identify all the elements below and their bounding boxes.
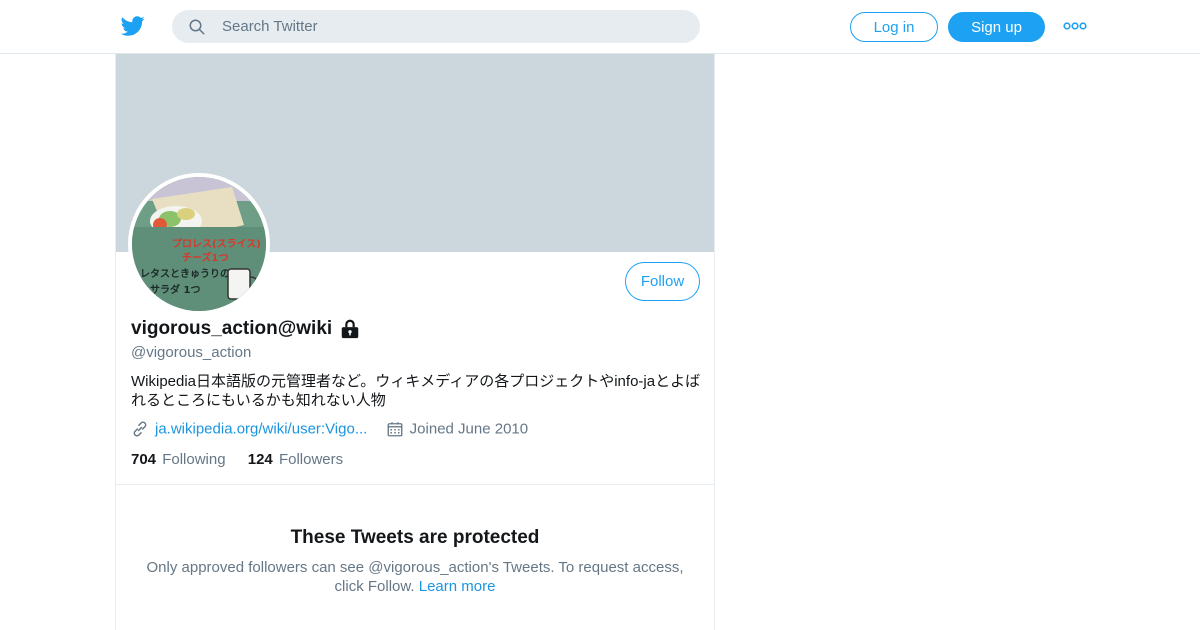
following-count: 704 — [131, 451, 157, 468]
avatar-text-4: サラダ 1つ — [150, 283, 200, 296]
profile-joined: Joined June 2010 — [386, 420, 528, 438]
followers-label: Followers — [278, 451, 344, 468]
profile-avatar[interactable]: プロレス(スライス) チーズ1つ レタスときゅうりの サラダ 1つ — [128, 173, 270, 315]
login-button[interactable]: Log in — [850, 12, 938, 42]
profile-name-row: vigorous_action@wiki — [131, 318, 361, 344]
search-box[interactable] — [172, 10, 700, 43]
profile-stats: 704 Following 124 Followers — [131, 451, 361, 468]
joined-date: Joined June 2010 — [409, 420, 529, 438]
search-icon — [189, 19, 205, 35]
protected-message: Only approved followers can see @vigorou… — [141, 558, 689, 596]
profile-bio: Wikipedia日本語版の元管理者など。ウィキメディアの各プロジェクトやinf… — [131, 372, 706, 410]
signup-button[interactable]: Sign up — [948, 12, 1045, 42]
following-label: Following — [162, 451, 226, 468]
following-stat[interactable]: 704 Following — [131, 451, 226, 468]
followers-stat[interactable]: 124 Followers — [248, 451, 343, 468]
lock-icon — [341, 319, 358, 339]
display-name[interactable]: vigorous_action@wiki — [131, 318, 332, 339]
avatar-text-1: プロレス(スライス) — [172, 237, 261, 250]
profile-meta: ja.wikipedia.org/wiki/user:Vigo... Joine… — [131, 420, 528, 442]
protected-title: These Tweets are protected — [290, 527, 540, 548]
twitter-bird-icon[interactable] — [120, 14, 146, 38]
bio-line-2: れるところにもいるかも知れない人物 — [131, 392, 386, 409]
learn-more-link[interactable]: Learn more — [419, 578, 496, 595]
top-navigation-bar: Log in Sign up — [0, 0, 1200, 54]
link-icon — [133, 421, 147, 437]
search-input[interactable] — [222, 10, 682, 43]
protected-message-line-2: click Follow. Learn more — [141, 577, 689, 596]
calendar-icon — [387, 422, 403, 437]
website-link[interactable]: ja.wikipedia.org/wiki/user:Vigo... — [155, 421, 367, 438]
avatar-image: プロレス(スライス) チーズ1つ レタスときゅうりの サラダ 1つ — [132, 177, 266, 311]
profile-column: プロレス(スライス) チーズ1つ レタスときゅうりの サラダ 1つ Follow… — [115, 54, 715, 630]
profile-handle[interactable]: @vigorous_action — [131, 344, 251, 361]
protected-message-line-1: Only approved followers can see @vigorou… — [146, 559, 684, 576]
follow-button[interactable]: Follow — [625, 262, 700, 301]
profile-website: ja.wikipedia.org/wiki/user:Vigo... — [131, 420, 367, 438]
more-dots-icon[interactable] — [1063, 20, 1087, 32]
bio-line-1: Wikipedia日本語版の元管理者など。ウィキメディアの各プロジェクトやinf… — [131, 373, 701, 390]
protected-message-line-2-text: click Follow. — [334, 578, 415, 595]
section-divider — [116, 484, 714, 485]
avatar-text-3: レタスときゅうりの — [140, 268, 230, 280]
followers-count: 124 — [247, 451, 273, 468]
avatar-text-2: チーズ1つ — [182, 251, 228, 264]
